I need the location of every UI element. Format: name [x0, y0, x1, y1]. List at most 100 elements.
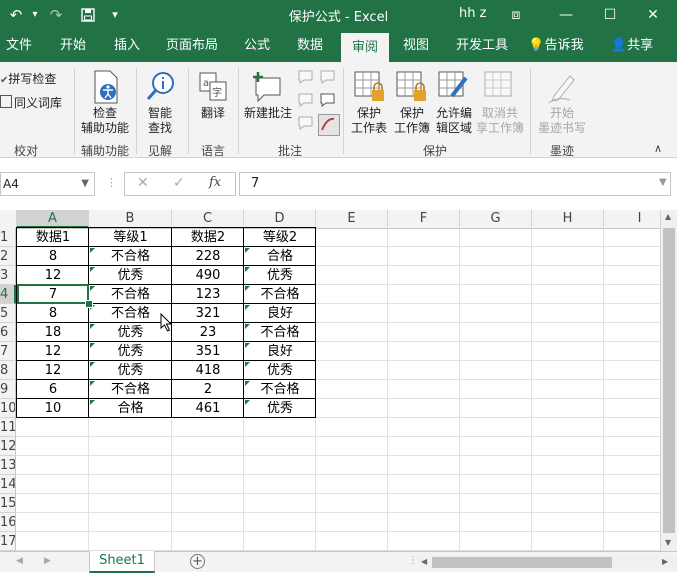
- cell-b9[interactable]: 不合格: [89, 380, 172, 399]
- add-sheet-icon[interactable]: +: [190, 554, 205, 569]
- allow-edit-ranges-icon[interactable]: [438, 70, 470, 107]
- row-header-17[interactable]: 17: [0, 532, 16, 551]
- protect-workbook-button[interactable]: 保护 工作簿: [390, 106, 434, 136]
- cell-a9[interactable]: 6: [17, 380, 89, 399]
- column-header-c[interactable]: C: [172, 210, 244, 228]
- restore-icon[interactable]: ☐: [595, 4, 625, 26]
- cell-a10[interactable]: 10: [17, 399, 89, 418]
- cell-a1[interactable]: 数据1: [17, 228, 89, 247]
- row-header-6[interactable]: 6: [0, 323, 16, 342]
- cell-d6[interactable]: 不合格: [244, 323, 316, 342]
- row-header-8[interactable]: 8: [0, 361, 16, 380]
- row-header-3[interactable]: 3: [0, 266, 16, 285]
- show-all-comments-icon[interactable]: [298, 116, 314, 133]
- cell-c5[interactable]: 321: [172, 304, 244, 323]
- cell-d9[interactable]: 不合格: [244, 380, 316, 399]
- smart-lookup-button[interactable]: 智能 查找: [140, 106, 180, 136]
- cell-c4[interactable]: 123: [172, 285, 244, 304]
- row-header-16[interactable]: 16: [0, 513, 16, 532]
- tab-insert[interactable]: 插入: [110, 30, 144, 62]
- delete-comment-icon[interactable]: [298, 70, 314, 87]
- thesaurus-button[interactable]: 同义词库: [0, 95, 62, 111]
- name-box[interactable]: A4 ▼: [0, 172, 95, 196]
- name-box-dropdown-icon[interactable]: ▼: [81, 173, 89, 195]
- vertical-scrollbar[interactable]: ▲ ▼: [660, 210, 677, 551]
- cell-b1[interactable]: 等级1: [89, 228, 172, 247]
- scroll-left-icon[interactable]: ◀: [421, 557, 427, 566]
- tab-split-handle-icon[interactable]: ⋮: [408, 555, 418, 566]
- tab-developer[interactable]: 开发工具: [454, 30, 510, 62]
- scroll-down-icon[interactable]: ▼: [665, 538, 671, 547]
- cell-d3[interactable]: 优秀: [244, 266, 316, 285]
- previous-comment-icon[interactable]: [320, 70, 336, 87]
- new-comment-icon[interactable]: [250, 70, 284, 107]
- translate-icon[interactable]: a字: [198, 70, 228, 107]
- expand-formula-bar-icon[interactable]: ▼: [659, 177, 667, 188]
- start-inking-icon[interactable]: [546, 70, 578, 107]
- allow-edit-ranges-button[interactable]: 允许编 辑区域: [432, 106, 476, 136]
- cell-d1[interactable]: 等级2: [244, 228, 316, 247]
- column-header-i[interactable]: I: [604, 210, 660, 228]
- share-button[interactable]: 👤共享: [608, 30, 656, 62]
- cell-c6[interactable]: 23: [172, 323, 244, 342]
- next-comment-icon[interactable]: [298, 93, 314, 110]
- cell-d4[interactable]: 不合格: [244, 285, 316, 304]
- column-header-h[interactable]: H: [532, 210, 604, 228]
- row-header-1[interactable]: 1: [0, 228, 16, 247]
- tab-review[interactable]: 审阅: [341, 33, 389, 62]
- tab-data[interactable]: 数据: [293, 30, 327, 62]
- worksheet-grid[interactable]: A B C D E F G H I 1 2 3 4 5 6 7 8 9 10 11 12 13 14 15 1…: [0, 210, 660, 551]
- cell-a5[interactable]: 8: [17, 304, 89, 323]
- ribbon-display-options-icon[interactable]: ⧈: [501, 4, 531, 26]
- prev-sheet-icon[interactable]: ◀: [16, 556, 23, 566]
- cell-a6[interactable]: 18: [17, 323, 89, 342]
- cell-b2[interactable]: 不合格: [89, 247, 172, 266]
- scroll-up-icon[interactable]: ▲: [665, 212, 671, 221]
- formula-input[interactable]: 7: [239, 172, 671, 196]
- close-icon[interactable]: ✕: [638, 4, 668, 26]
- row-header-15[interactable]: 15: [0, 494, 16, 513]
- tell-me-search[interactable]: 💡告诉我: [528, 30, 584, 62]
- fill-handle[interactable]: [85, 300, 93, 308]
- column-header-f[interactable]: F: [388, 210, 460, 228]
- column-header-e[interactable]: E: [316, 210, 388, 228]
- horizontal-scroll-thumb[interactable]: [432, 557, 612, 568]
- user-name[interactable]: hh z: [459, 6, 486, 21]
- select-all-corner[interactable]: [0, 210, 17, 228]
- cell-d5[interactable]: 良好: [244, 304, 316, 323]
- row-header-4[interactable]: 4: [0, 285, 16, 304]
- show-hide-comment-icon[interactable]: [320, 93, 336, 110]
- cell-b4[interactable]: 不合格: [89, 285, 172, 304]
- check-accessibility-button[interactable]: 检查 辅助功能: [80, 106, 130, 136]
- minimize-icon[interactable]: —: [551, 4, 581, 26]
- tab-file[interactable]: 文件: [2, 30, 36, 62]
- tab-page-layout[interactable]: 页面布局: [164, 30, 220, 62]
- cell-b7[interactable]: 优秀: [89, 342, 172, 361]
- unshare-workbook-button[interactable]: 取消共 享工作簿: [474, 106, 526, 136]
- row-header-7[interactable]: 7: [0, 342, 16, 361]
- row-header-13[interactable]: 13: [0, 456, 16, 475]
- row-header-14[interactable]: 14: [0, 475, 16, 494]
- column-header-d[interactable]: D: [244, 210, 316, 228]
- spell-check-button[interactable]: ✔拼写检查: [0, 72, 56, 88]
- cell-b3[interactable]: 优秀: [89, 266, 172, 285]
- vertical-scroll-thumb[interactable]: [663, 228, 675, 533]
- cell-c2[interactable]: 228: [172, 247, 244, 266]
- column-header-b[interactable]: B: [89, 210, 172, 228]
- collapse-ribbon-icon[interactable]: ∧: [654, 142, 662, 155]
- protect-workbook-icon[interactable]: [396, 70, 428, 107]
- cell-c1[interactable]: 数据2: [172, 228, 244, 247]
- cell-d10[interactable]: 优秀: [244, 399, 316, 418]
- horizontal-scrollbar[interactable]: ◀ ▶: [418, 555, 677, 570]
- cell-c3[interactable]: 490: [172, 266, 244, 285]
- cell-c7[interactable]: 351: [172, 342, 244, 361]
- translate-button[interactable]: 翻译: [193, 106, 233, 121]
- cell-d8[interactable]: 优秀: [244, 361, 316, 380]
- show-ink-icon[interactable]: [318, 114, 340, 136]
- protect-sheet-icon[interactable]: [354, 70, 386, 107]
- insert-function-icon[interactable]: fx: [209, 175, 221, 190]
- cell-d7[interactable]: 良好: [244, 342, 316, 361]
- enter-icon[interactable]: ✓: [173, 175, 185, 191]
- row-header-5[interactable]: 5: [0, 304, 16, 323]
- cell-b10[interactable]: 合格: [89, 399, 172, 418]
